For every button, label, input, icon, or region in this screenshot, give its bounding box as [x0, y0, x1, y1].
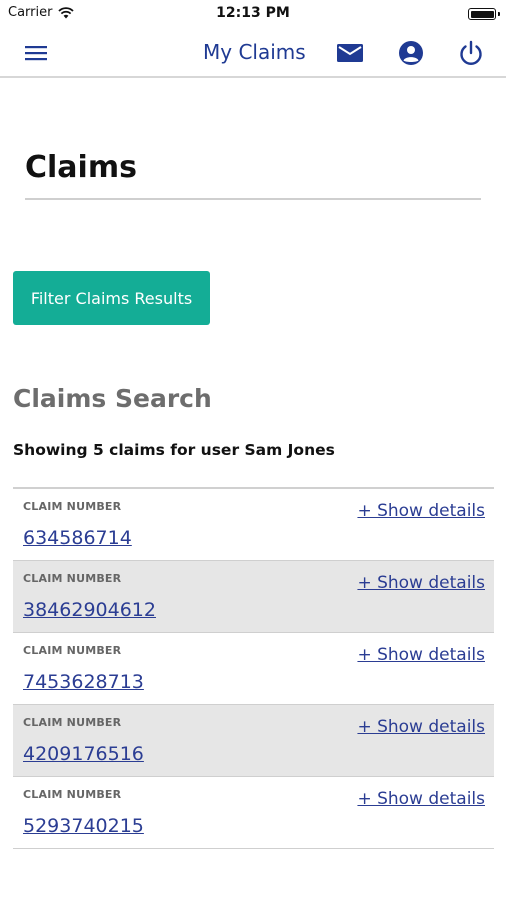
- results-summary: Showing 5 claims for user Sam Jones: [13, 441, 335, 459]
- claims-search-heading: Claims Search: [13, 384, 212, 413]
- claim-number-link[interactable]: 5293740215: [23, 815, 144, 837]
- status-time: 12:13 PM: [216, 5, 290, 21]
- account-icon: [399, 41, 423, 65]
- power-icon: [460, 40, 482, 65]
- claim-number-label: CLAIM NUMBER: [23, 788, 122, 801]
- title-divider: [25, 198, 481, 200]
- page-title: Claims: [25, 150, 137, 185]
- claims-list: CLAIM NUMBER 634586714 + Show details CL…: [13, 487, 494, 849]
- menu-icon: [25, 46, 47, 61]
- navigation-bar: My Claims: [0, 28, 506, 78]
- show-details-link[interactable]: + Show details: [357, 645, 485, 665]
- mail-icon: [337, 44, 363, 62]
- mail-button[interactable]: [336, 39, 364, 67]
- claim-number-label: CLAIM NUMBER: [23, 716, 122, 729]
- battery-icon: [468, 8, 500, 20]
- claim-row: CLAIM NUMBER 38462904612 + Show details: [13, 561, 494, 633]
- show-details-link[interactable]: + Show details: [357, 717, 485, 737]
- menu-button[interactable]: [24, 41, 48, 65]
- show-details-link[interactable]: + Show details: [357, 789, 485, 809]
- logout-button[interactable]: [457, 39, 485, 67]
- claim-row: CLAIM NUMBER 7453628713 + Show details: [13, 633, 494, 705]
- status-bar: Carrier 12:13 PM: [0, 0, 506, 28]
- nav-title: My Claims: [203, 40, 306, 64]
- show-details-link[interactable]: + Show details: [357, 501, 485, 521]
- claim-row: CLAIM NUMBER 634586714 + Show details: [13, 489, 494, 561]
- claim-number-link[interactable]: 38462904612: [23, 599, 156, 621]
- claim-number-link[interactable]: 4209176516: [23, 743, 144, 765]
- claim-row: CLAIM NUMBER 4209176516 + Show details: [13, 705, 494, 777]
- show-details-link[interactable]: + Show details: [357, 573, 485, 593]
- claim-number-label: CLAIM NUMBER: [23, 644, 122, 657]
- claim-number-link[interactable]: 634586714: [23, 527, 132, 549]
- claim-number-link[interactable]: 7453628713: [23, 671, 144, 693]
- claim-number-label: CLAIM NUMBER: [23, 500, 122, 513]
- filter-claims-button[interactable]: Filter Claims Results: [13, 271, 210, 325]
- claim-number-label: CLAIM NUMBER: [23, 572, 122, 585]
- claim-row: CLAIM NUMBER 5293740215 + Show details: [13, 777, 494, 849]
- account-button[interactable]: [397, 39, 425, 67]
